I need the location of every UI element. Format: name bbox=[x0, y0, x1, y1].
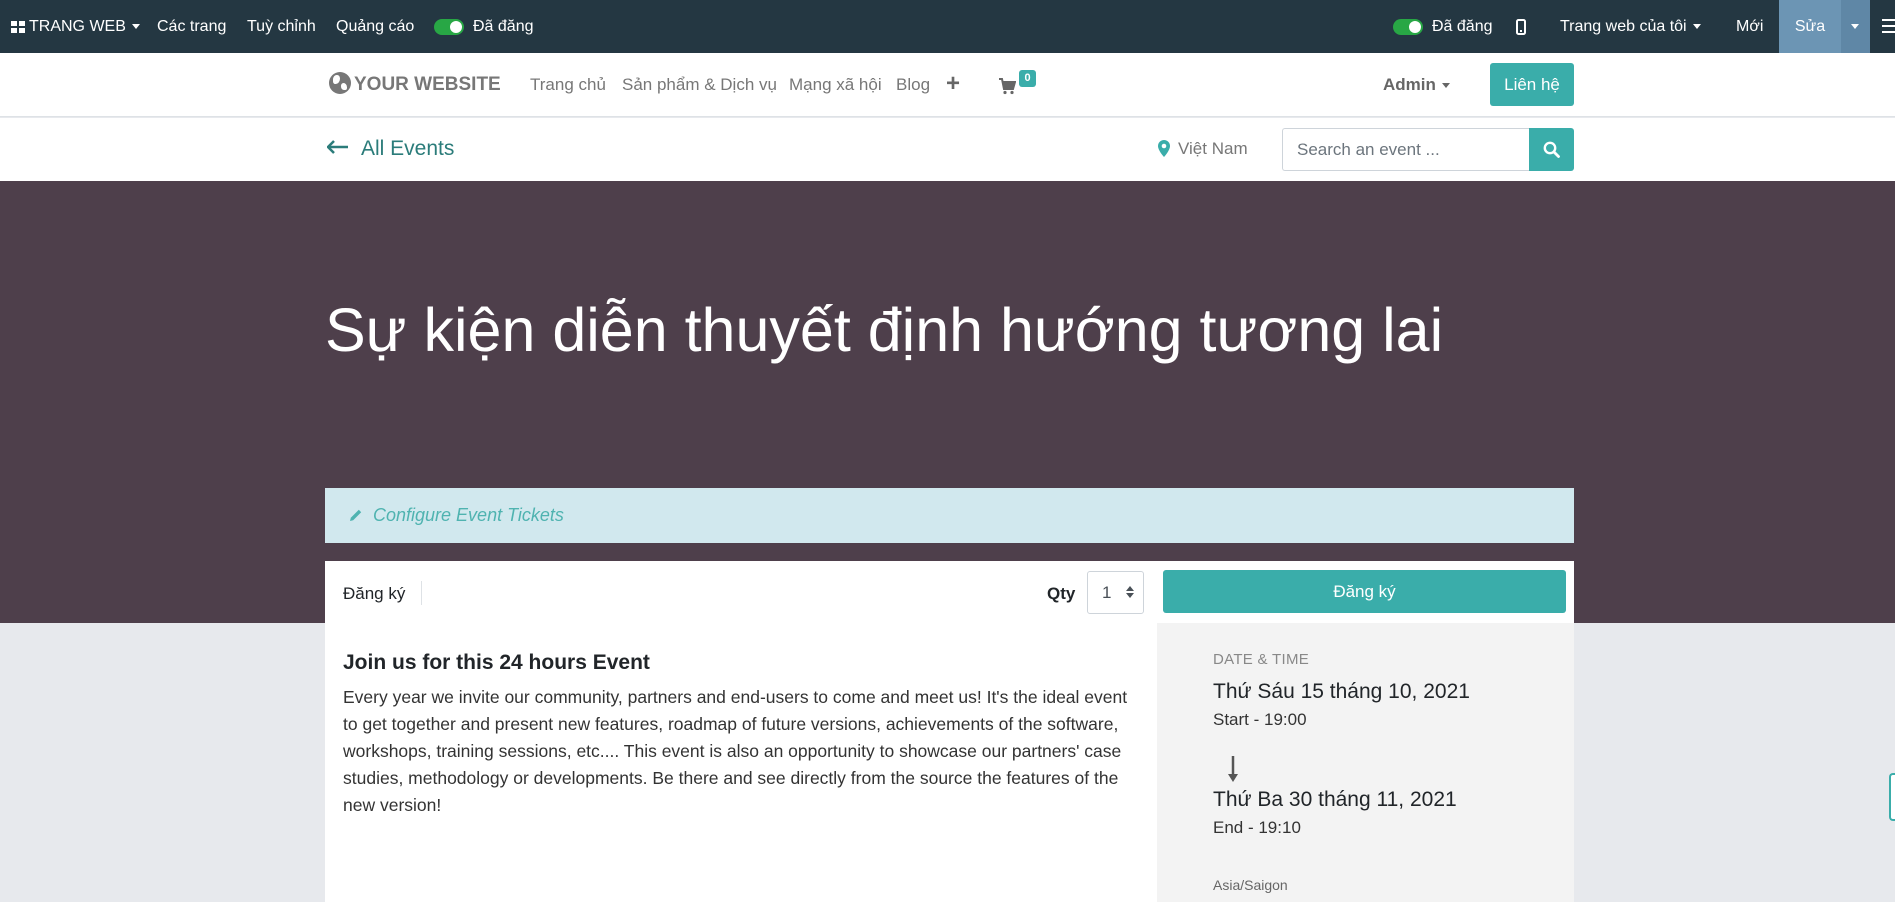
main-navbar: YOUR WEBSITE Trang chủ Sản phẩm & Dịch v… bbox=[0, 53, 1895, 117]
cart-count-badge: 0 bbox=[1019, 70, 1036, 87]
pages-menu[interactable]: Các trang bbox=[157, 0, 226, 53]
all-events-link[interactable]: All Events bbox=[361, 135, 454, 163]
event-search-input[interactable] bbox=[1282, 128, 1529, 171]
event-datetime-panel: DATE & TIME Thứ Sáu 15 tháng 10, 2021 St… bbox=[1157, 623, 1574, 902]
chevron-down-icon bbox=[131, 24, 140, 30]
published-toggle-right[interactable]: Đã đăng bbox=[1393, 0, 1493, 53]
chevron-down-icon bbox=[1441, 83, 1450, 89]
new-button[interactable]: Mới bbox=[1736, 0, 1763, 53]
registration-card: Đăng ký Qty 1 Đăng ký Join us for this 2… bbox=[325, 561, 1574, 902]
hamburger-icon[interactable] bbox=[1882, 19, 1895, 37]
qty-label: Qty bbox=[1047, 584, 1076, 603]
back-arrow-icon[interactable] bbox=[327, 140, 349, 154]
event-subnav: All Events Việt Nam bbox=[0, 118, 1895, 181]
promote-menu[interactable]: Quảng cáo bbox=[336, 0, 414, 53]
register-tab[interactable]: Đăng ký bbox=[343, 582, 405, 606]
promote-menu-label: Quảng cáo bbox=[336, 18, 415, 35]
published-label: Đã đăng bbox=[473, 18, 534, 35]
new-label: Mới bbox=[1736, 18, 1764, 35]
user-menu[interactable]: Admin bbox=[1383, 73, 1450, 97]
configure-tickets-link[interactable]: Configure Event Tickets bbox=[373, 504, 564, 526]
plus-icon[interactable]: + bbox=[946, 71, 960, 97]
end-date: Thứ Ba 30 tháng 11, 2021 bbox=[1213, 788, 1457, 811]
customize-menu-label: Tuỳ chỉnh bbox=[247, 18, 316, 35]
start-date: Thứ Sáu 15 tháng 10, 2021 bbox=[1213, 680, 1470, 703]
search-icon bbox=[1543, 141, 1560, 158]
side-panel-handle[interactable] bbox=[1889, 773, 1895, 821]
chevron-down-icon bbox=[1851, 24, 1859, 29]
edit-dropdown-toggle[interactable] bbox=[1841, 0, 1870, 53]
qty-value: 1 bbox=[1102, 583, 1112, 602]
customize-menu[interactable]: Tuỳ chỉnh bbox=[247, 0, 316, 53]
start-time: Start - 19:00 bbox=[1213, 710, 1307, 729]
nav-link-home[interactable]: Trang chủ bbox=[530, 73, 606, 97]
end-time: End - 19:10 bbox=[1213, 818, 1301, 837]
website-admin-bar: TRANG WEB Các trang Tuỳ chỉnh Quảng cáo … bbox=[0, 0, 1895, 53]
published-label: Đã đăng bbox=[1432, 18, 1493, 35]
configure-tickets-bar[interactable]: Configure Event Tickets bbox=[325, 488, 1574, 543]
cart-icon[interactable] bbox=[998, 77, 1016, 95]
event-hero-banner: Sự kiện diễn thuyết định hướng tương lai bbox=[0, 181, 1895, 623]
contact-button[interactable]: Liên hệ bbox=[1490, 63, 1574, 106]
toggle-switch[interactable] bbox=[1393, 18, 1423, 35]
map-marker-icon bbox=[1158, 140, 1170, 157]
country-filter[interactable]: Việt Nam bbox=[1178, 137, 1248, 161]
toggle-switch[interactable] bbox=[434, 18, 464, 35]
description-body: Every year we invite our community, part… bbox=[343, 687, 1128, 815]
pencil-icon bbox=[350, 509, 362, 521]
timezone: Asia/Saigon bbox=[1213, 877, 1288, 893]
tab-divider bbox=[421, 581, 422, 605]
nav-link-social[interactable]: Mạng xã hội bbox=[789, 73, 882, 97]
globe-icon bbox=[329, 72, 351, 94]
description-title: Join us for this 24 hours Event bbox=[343, 651, 650, 674]
apps-menu-label: TRANG WEB bbox=[29, 18, 126, 35]
event-title: Sự kiện diễn thuyết định hướng tương lai bbox=[325, 296, 1444, 364]
datetime-heading: DATE & TIME bbox=[1213, 651, 1310, 668]
nav-link-products[interactable]: Sản phẩm & Dịch vụ bbox=[622, 73, 777, 97]
chevron-down-icon bbox=[1692, 24, 1701, 30]
nav-link-blog[interactable]: Blog bbox=[896, 73, 930, 97]
register-button[interactable]: Đăng ký bbox=[1163, 570, 1566, 613]
published-toggle-left[interactable]: Đã đăng bbox=[434, 0, 534, 53]
edit-label: Sửa bbox=[1794, 18, 1826, 35]
qty-select[interactable]: 1 bbox=[1087, 571, 1144, 614]
user-name: Admin bbox=[1383, 75, 1436, 94]
apps-icon bbox=[11, 20, 25, 33]
mobile-preview-button[interactable] bbox=[1516, 0, 1526, 53]
select-arrows-icon bbox=[1126, 586, 1134, 598]
edit-button[interactable]: Sửa bbox=[1779, 0, 1870, 53]
my-website-label: Trang web của tôi bbox=[1560, 18, 1687, 35]
apps-menu[interactable]: TRANG WEB bbox=[11, 0, 140, 53]
search-button[interactable] bbox=[1529, 128, 1574, 171]
logo-text: YOUR WEBSITE bbox=[354, 74, 501, 95]
site-logo[interactable]: YOUR WEBSITE bbox=[329, 72, 501, 98]
arrow-down-icon bbox=[1228, 756, 1238, 782]
my-website-menu[interactable]: Trang web của tôi bbox=[1560, 0, 1701, 53]
pages-menu-label: Các trang bbox=[157, 18, 227, 35]
mobile-icon bbox=[1516, 18, 1526, 35]
